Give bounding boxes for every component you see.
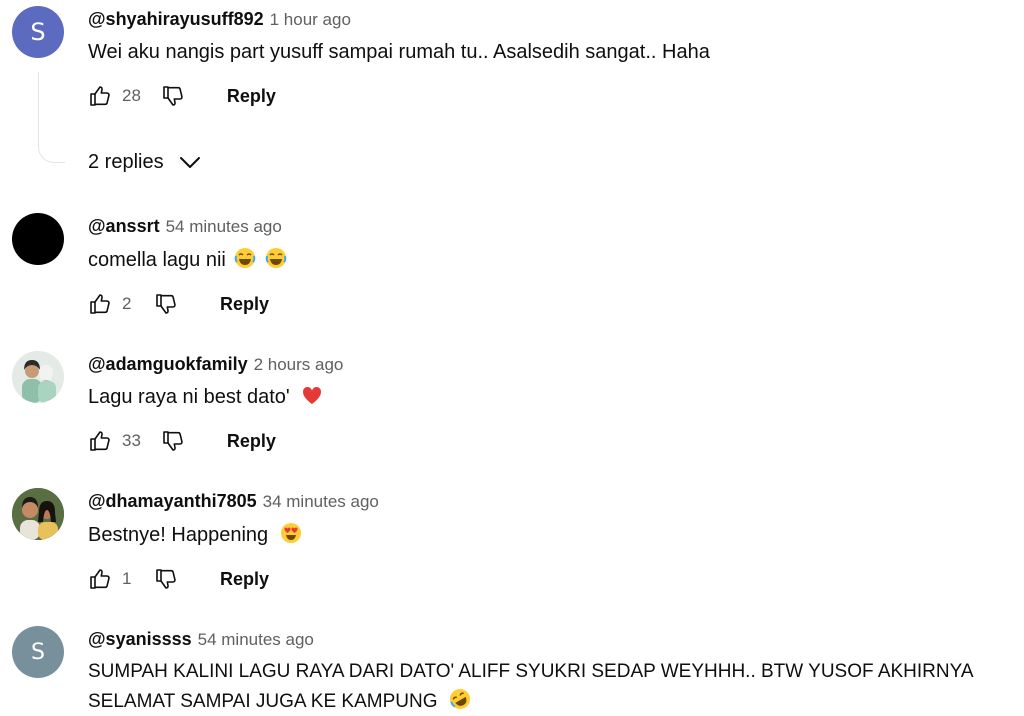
reply-button[interactable]: Reply [227, 86, 276, 107]
face-with-tears-of-joy-emoji [265, 247, 287, 278]
comment-actions: 2 Reply [88, 290, 269, 318]
thumbs-up-icon[interactable] [88, 292, 112, 316]
avatar[interactable]: S [12, 6, 64, 58]
comment-text: Wei aku nangis part yusuff sampai rumah … [88, 41, 710, 63]
avatar-letter: S [31, 639, 45, 665]
comment-text-content: comella lagu nii [88, 249, 226, 271]
avatar[interactable]: S [12, 626, 64, 678]
chevron-down-icon [178, 150, 202, 174]
comment-actions: 1 Reply [88, 565, 269, 593]
thumbs-down-icon[interactable] [154, 567, 178, 591]
comment-actions: 33 Reply [88, 427, 276, 455]
comment-text: Bestnye! Happening [88, 520, 1008, 553]
rolling-on-floor-laughing-emoji [449, 688, 471, 716]
comment-text-content: Bestnye! Happening [88, 524, 269, 546]
comment-text-content: Lagu raya ni best dato' [88, 386, 290, 408]
comment-time[interactable]: 54 minutes ago [198, 630, 314, 649]
thumbs-up-icon[interactable] [88, 429, 112, 453]
like-count: 1 [122, 569, 132, 588]
comment-text: SUMPAH KALINI LAGU RAYA DARI DATO' ALIFF… [88, 657, 1008, 716]
comment-author[interactable]: @anssrt [88, 216, 160, 236]
like-count: 33 [122, 431, 141, 450]
like-count: 28 [122, 86, 141, 105]
comment-header: @shyahirayusuff892 1 hour ago [88, 8, 351, 31]
comment-header: @syanissss 54 minutes ago [88, 628, 314, 651]
face-with-tears-of-joy-emoji [234, 247, 256, 278]
thumbs-down-icon[interactable] [154, 292, 178, 316]
thumbs-up-icon[interactable] [88, 567, 112, 591]
thumbs-down-icon[interactable] [161, 429, 185, 453]
comment-author[interactable]: @adamguokfamily [88, 354, 248, 374]
view-replies-button[interactable]: 2 replies [88, 150, 202, 174]
comment-header: @dhamayanthi7805 34 minutes ago [88, 490, 379, 513]
avatar[interactable] [12, 213, 64, 265]
comment-author[interactable]: @shyahirayusuff892 [88, 9, 264, 29]
couple-photo-avatar [12, 488, 64, 540]
comment-header: @adamguokfamily 2 hours ago [88, 353, 343, 376]
comment-time[interactable]: 34 minutes ago [263, 492, 379, 511]
comment-text: Lagu raya ni best dato' [88, 382, 1008, 415]
thumbs-down-icon[interactable] [161, 84, 185, 108]
comments-section: S @shyahirayusuff892 1 hour ago Wei aku n… [0, 0, 1024, 716]
reply-button[interactable]: Reply [227, 431, 276, 452]
thumbs-up-icon[interactable] [88, 84, 112, 108]
like-count: 2 [122, 294, 132, 313]
comment-time[interactable]: 54 minutes ago [166, 217, 282, 236]
avatar-letter: S [30, 18, 46, 46]
comment-text-content: SUMPAH KALINI LAGU RAYA DARI DATO' ALIFF… [88, 661, 973, 712]
reply-button[interactable]: Reply [220, 569, 269, 590]
heart-eyes-emoji [280, 522, 302, 553]
comment-author[interactable]: @dhamayanthi7805 [88, 491, 257, 511]
comment-time[interactable]: 1 hour ago [270, 10, 351, 29]
family-photo-avatar [12, 351, 64, 403]
comment-text: comella lagu nii [88, 245, 1008, 278]
comment-time[interactable]: 2 hours ago [254, 355, 344, 374]
reply-button[interactable]: Reply [220, 294, 269, 315]
comment-header: @anssrt 54 minutes ago [88, 215, 282, 238]
avatar[interactable] [12, 351, 64, 403]
thread-connector [38, 72, 65, 163]
red-heart-emoji [301, 384, 323, 415]
comment-author[interactable]: @syanissss [88, 629, 192, 649]
comment-actions: 28 Reply [88, 82, 276, 110]
avatar[interactable] [12, 488, 64, 540]
replies-label: 2 replies [88, 150, 164, 173]
